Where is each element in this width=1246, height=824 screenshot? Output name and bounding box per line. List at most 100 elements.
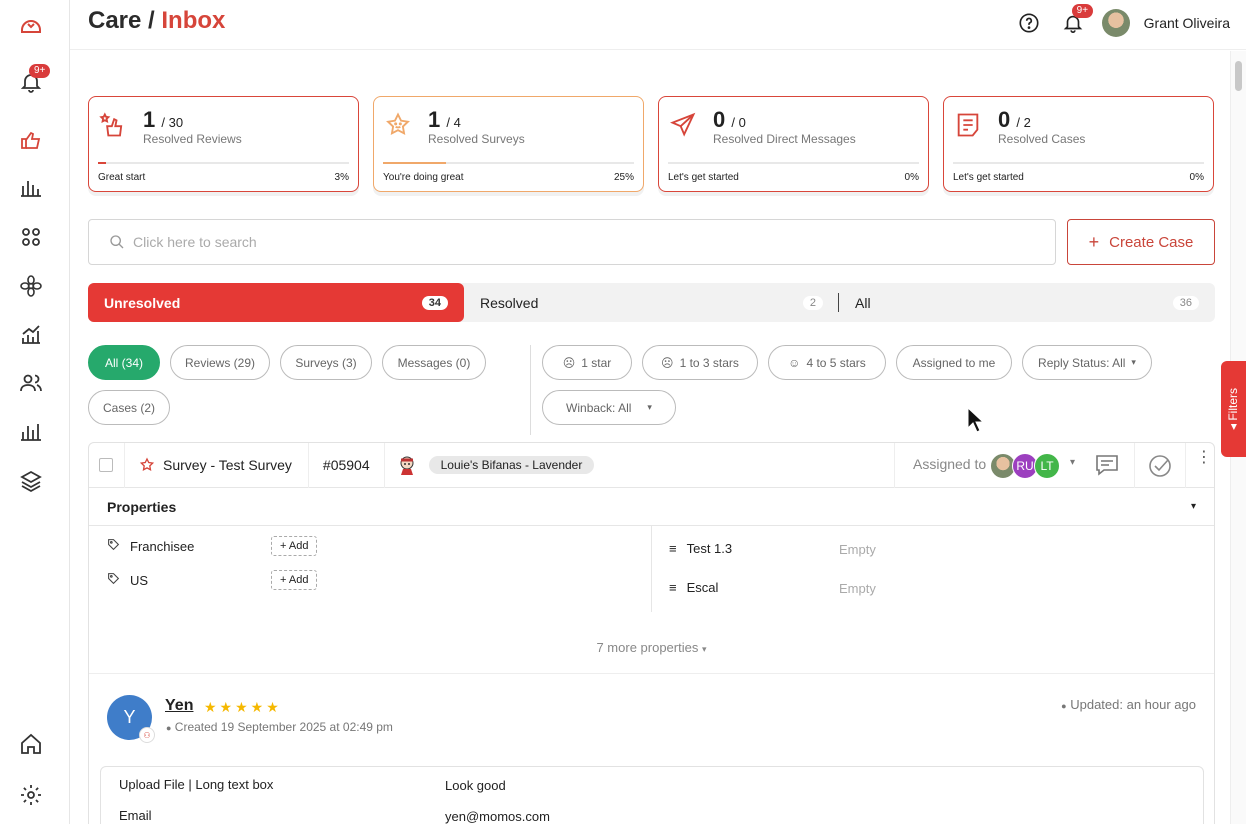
- avatar-initial: Y: [123, 707, 136, 727]
- settings-icon[interactable]: [17, 781, 45, 809]
- location-tag[interactable]: Louie's Bifanas - Lavender: [428, 456, 595, 474]
- divider: [1185, 442, 1186, 488]
- chip-label: All (34): [104, 355, 143, 370]
- stat-label: Resolved Direct Messages: [713, 132, 856, 146]
- search-input[interactable]: Click here to search: [88, 219, 1056, 265]
- clock-icon: ●: [166, 723, 172, 733]
- item-id: #05904: [322, 457, 370, 473]
- select-checkbox[interactable]: [99, 458, 113, 472]
- stat-status: Great start: [98, 172, 146, 183]
- stat-total: / 0: [731, 115, 746, 130]
- create-case-button[interactable]: + Create Case: [1067, 219, 1215, 265]
- chevron-down-icon[interactable]: ▾: [1191, 501, 1196, 512]
- text-lines-icon: ≡: [669, 541, 677, 556]
- survey-icon: [384, 111, 412, 139]
- chip-surveys[interactable]: Surveys (3): [280, 345, 372, 380]
- chevron-down-icon: ▾: [1131, 357, 1136, 367]
- caret-left-icon: ◂: [1226, 420, 1241, 431]
- stat-value: 0: [713, 107, 726, 132]
- stat-value: 1: [143, 107, 156, 132]
- scroll-thumb[interactable]: [1235, 61, 1242, 91]
- divider: [651, 526, 652, 612]
- more-properties-toggle[interactable]: 7 more properties ▾: [89, 640, 1214, 655]
- stat-label: Resolved Reviews: [143, 132, 242, 146]
- stat-value: 0: [998, 107, 1011, 132]
- stat-label: Resolved Cases: [998, 132, 1086, 146]
- tag-icon: [107, 572, 120, 588]
- divider: [1134, 442, 1135, 488]
- divider: [894, 442, 895, 488]
- add-property-button[interactable]: + Add: [271, 570, 318, 590]
- chip-reply-status[interactable]: Reply Status: All ▾: [1022, 345, 1152, 380]
- stat-label: Resolved Surveys: [428, 132, 525, 146]
- comment-icon[interactable]: [1095, 454, 1119, 479]
- create-case-label: Create Case: [1109, 233, 1194, 251]
- chip-4-to-5-stars[interactable]: ☺ 4 to 5 stars: [768, 345, 886, 380]
- property-value[interactable]: Empty: [839, 542, 876, 557]
- stat-status: You're doing great: [383, 172, 464, 183]
- bell-icon[interactable]: 9+: [1058, 4, 1094, 38]
- search-placeholder: Click here to search: [133, 234, 257, 250]
- stat-value: 1: [428, 107, 441, 132]
- filters-tab[interactable]: ◂ Filters: [1221, 361, 1246, 457]
- notification-badge: 9+: [29, 64, 51, 78]
- apps-icon[interactable]: [17, 223, 45, 251]
- tab-all[interactable]: All 36: [839, 283, 1215, 322]
- card-header: Survey - Test Survey #05904 Louie's Bifa…: [89, 442, 1214, 488]
- resolve-check-icon[interactable]: [1148, 454, 1172, 481]
- care-icon[interactable]: [17, 126, 45, 154]
- property-value[interactable]: Empty: [839, 581, 876, 596]
- chip-label: 1 to 3 stars: [679, 355, 739, 370]
- chip-label: Reply Status: All: [1038, 355, 1126, 370]
- property-us: US: [107, 572, 148, 588]
- chip-cases[interactable]: Cases (2): [88, 390, 170, 425]
- created-label: Created 19 September 2025 at 02:49 pm: [174, 720, 393, 734]
- chip-label: Cases (2): [102, 400, 155, 415]
- tab-count: 2: [802, 295, 823, 310]
- help-icon[interactable]: [1014, 8, 1044, 38]
- user-name[interactable]: Grant Oliveira: [1144, 15, 1230, 31]
- chip-label: 4 to 5 stars: [806, 355, 866, 370]
- plus-icon: +: [1088, 231, 1100, 252]
- logo-icon[interactable]: [17, 12, 45, 40]
- chip-1-star[interactable]: ☹ 1 star: [542, 345, 632, 380]
- chip-reviews[interactable]: Reviews (29): [170, 345, 270, 380]
- property-test-1-3: ≡ Test 1.3: [669, 541, 732, 556]
- analytics-icon[interactable]: [17, 418, 45, 446]
- stats-row: 1 / 30 Resolved Reviews Great start 3% 1 …: [88, 96, 1214, 192]
- home-icon[interactable]: [17, 730, 45, 758]
- breadcrumb-care[interactable]: Care /: [88, 7, 155, 34]
- respondent-name[interactable]: Yen: [165, 697, 193, 715]
- created-timestamp: ● Created 19 September 2025 at 02:49 pm: [166, 720, 393, 734]
- users-icon[interactable]: [17, 369, 45, 397]
- bell-icon[interactable]: 9+: [17, 64, 51, 96]
- chip-winback[interactable]: Winback: All ▾: [542, 390, 676, 425]
- bar-chart-icon[interactable]: [17, 174, 45, 202]
- text-lines-icon: ≡: [669, 580, 677, 595]
- tab-count: 34: [421, 295, 448, 310]
- avatar[interactable]: [1101, 9, 1130, 37]
- growth-chart-icon[interactable]: [17, 321, 45, 349]
- brand-logo-icon: [397, 454, 417, 476]
- tab-unresolved[interactable]: Unresolved 34: [88, 283, 464, 322]
- chip-all[interactable]: All (34): [88, 345, 160, 380]
- chip-label: 1 star: [581, 355, 612, 370]
- properties-header[interactable]: Properties ▾: [89, 488, 1214, 526]
- sidebar: 9+: [0, 0, 70, 824]
- chip-1-to-3-stars[interactable]: ☹ 1 to 3 stars: [642, 345, 758, 380]
- add-property-button[interactable]: + Add: [271, 536, 318, 556]
- tab-resolved[interactable]: Resolved 2: [464, 283, 839, 322]
- property-franchisee: Franchisee: [107, 538, 194, 554]
- more-options-icon[interactable]: ⋮: [1196, 450, 1212, 466]
- survey-icon: [139, 457, 155, 473]
- stat-status: Let's get started: [668, 172, 739, 183]
- chip-label: Surveys (3): [295, 355, 357, 370]
- chip-assigned-to-me[interactable]: Assigned to me: [896, 345, 1012, 380]
- chevron-down-icon[interactable]: ▾: [1070, 457, 1075, 468]
- assignee-avatar[interactable]: LT: [1034, 453, 1060, 479]
- layers-icon[interactable]: [17, 467, 45, 495]
- flower-icon[interactable]: [17, 272, 45, 300]
- filters-label: Filters: [1226, 387, 1241, 421]
- chip-messages[interactable]: Messages (0): [382, 345, 486, 380]
- divider: [307, 442, 309, 488]
